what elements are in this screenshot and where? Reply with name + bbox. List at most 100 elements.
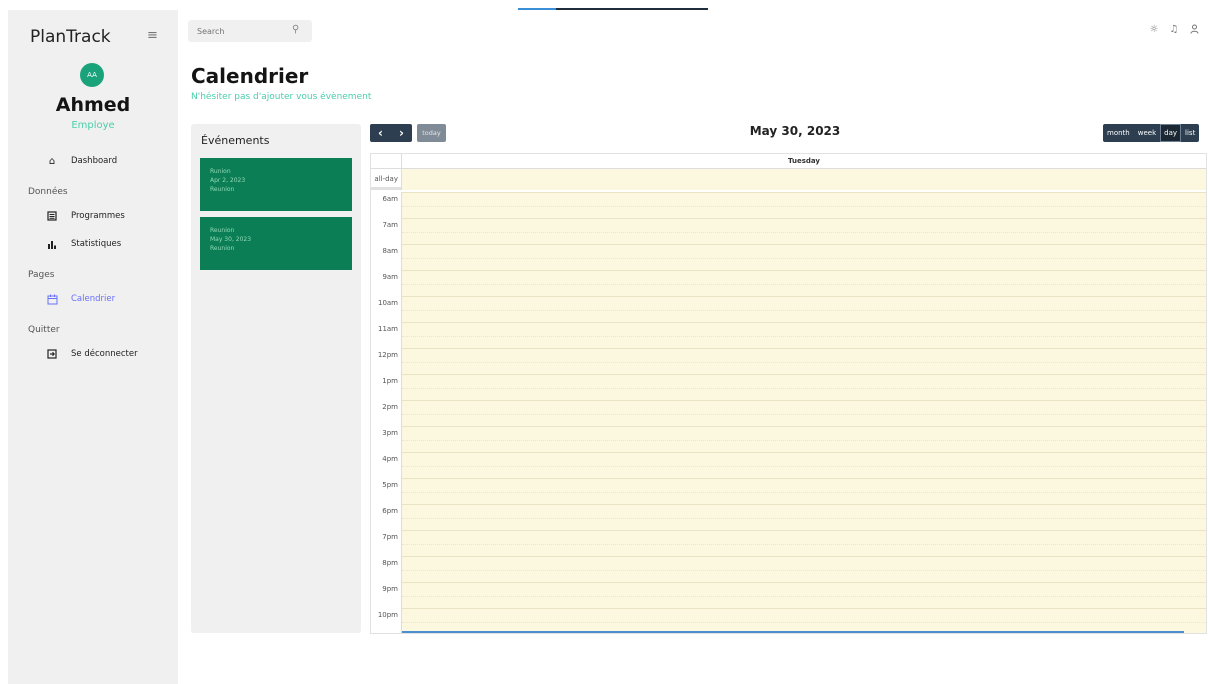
prev-button[interactable]: ‹ <box>370 126 391 140</box>
sidebar-item-label: Se déconnecter <box>71 349 138 359</box>
time-slot-label: 10am <box>371 296 402 322</box>
menu-icon[interactable]: ≡ <box>147 29 161 43</box>
time-slot-row: 9pm <box>371 582 1206 608</box>
time-slot-row: 5pm <box>371 478 1206 504</box>
time-slot-cell[interactable] <box>402 374 1206 400</box>
time-slot-cell[interactable] <box>402 244 1206 270</box>
calendar-day-grid: Tuesday all-day 6am 7am 8am 9am 10am 11am 12pm… <box>370 153 1207 634</box>
time-slot-cell[interactable] <box>402 296 1206 322</box>
view-list-button[interactable]: list <box>1181 124 1199 142</box>
day-column-header: Tuesday <box>788 157 820 165</box>
events-panel-title: Événements <box>201 134 270 147</box>
time-slot-label: 2pm <box>371 400 402 426</box>
section-label-pages: Pages <box>28 270 55 280</box>
time-slot-row: 3pm <box>371 426 1206 452</box>
sidebar-item-logout[interactable]: Se déconnecter <box>45 346 138 362</box>
time-slot-cell[interactable] <box>402 322 1206 348</box>
time-slot-label: 9am <box>371 270 402 296</box>
time-slot-cell[interactable] <box>402 348 1206 374</box>
sidebar: PlanTrack ≡ AA Ahmed Employe ⌂ Dashboard… <box>8 10 178 684</box>
time-slot-row: 4pm <box>371 452 1206 478</box>
bar-chart-icon <box>45 237 59 251</box>
allday-row: all-day <box>371 169 1206 190</box>
time-slot-cell[interactable] <box>402 400 1206 426</box>
search-box: ⚲ <box>188 20 312 42</box>
time-slot-cell[interactable] <box>402 530 1206 556</box>
time-slot-cell[interactable] <box>402 452 1206 478</box>
sun-icon[interactable]: ☼ <box>1148 24 1160 37</box>
sidebar-item-label: Calendrier <box>71 294 116 304</box>
time-slot-cell[interactable] <box>402 478 1206 504</box>
time-slot-cell[interactable] <box>402 426 1206 452</box>
calendar-nav-group: ‹ › <box>370 124 412 142</box>
time-slot-row: 6am <box>371 192 1206 218</box>
list-icon <box>45 209 59 223</box>
avatar[interactable]: AA <box>80 63 104 87</box>
time-slot-row: 8am <box>371 244 1206 270</box>
time-slot-cell[interactable] <box>402 582 1206 608</box>
sidebar-item-label: Statistiques <box>71 239 122 249</box>
time-slot-row: 2pm <box>371 400 1206 426</box>
section-label-donnees: Données <box>28 187 68 197</box>
time-slot-row: 8pm <box>371 556 1206 582</box>
time-slot-label: 8pm <box>371 556 402 582</box>
time-slot-label: 9pm <box>371 582 402 608</box>
time-slot-cell[interactable] <box>402 270 1206 296</box>
time-slot-row: 6pm <box>371 504 1206 530</box>
view-week-button[interactable]: week <box>1134 124 1160 142</box>
next-button[interactable]: › <box>391 126 412 140</box>
user-role: Employe <box>71 120 115 131</box>
user-name: Ahmed <box>55 94 131 116</box>
now-indicator <box>402 631 1184 633</box>
calendar-icon <box>45 292 59 306</box>
time-slot-label: 4pm <box>371 452 402 478</box>
time-slot-row: 7am <box>371 218 1206 244</box>
allday-cell[interactable] <box>402 169 1206 190</box>
time-slot-label: 11am <box>371 322 402 348</box>
sidebar-item-calendrier[interactable]: Calendrier <box>45 291 115 307</box>
time-slot-cell[interactable] <box>402 192 1206 218</box>
time-slot-cell[interactable] <box>402 504 1206 530</box>
page-subtitle: N'hésiter pas d'ajouter vous évènement <box>191 92 372 102</box>
view-day-button[interactable]: day <box>1160 124 1182 142</box>
events-panel: Événements Runion Apr 2, 2023 Reunion Re… <box>191 124 361 633</box>
time-slot-row: 11am <box>371 322 1206 348</box>
time-slot-label: 7am <box>371 218 402 244</box>
view-switcher: month week day list <box>1103 124 1200 142</box>
time-slot-row: 10am <box>371 296 1206 322</box>
today-button[interactable]: today <box>417 124 446 142</box>
bell-icon[interactable]: ♫ <box>1168 24 1180 37</box>
time-slot-label: 5pm <box>371 478 402 504</box>
event-card[interactable]: Runion Apr 2, 2023 Reunion <box>200 158 352 211</box>
time-slot-cell[interactable] <box>402 218 1206 244</box>
logout-icon <box>45 347 59 361</box>
sidebar-item-programmes[interactable]: Programmes <box>45 208 125 224</box>
time-slot-label: 10pm <box>371 608 402 633</box>
calendar-title: May 30, 2023 <box>749 124 841 138</box>
time-slot-label: 1pm <box>371 374 402 400</box>
event-date: May 30, 2023 <box>210 236 252 243</box>
time-slot-label: 3pm <box>371 426 402 452</box>
page-title: Calendrier <box>191 64 309 88</box>
sidebar-item-statistiques[interactable]: Statistiques <box>45 236 121 252</box>
allday-label: all-day <box>371 169 402 190</box>
header-gutter <box>371 154 402 169</box>
search-input[interactable] <box>197 25 287 37</box>
time-slot-label: 7pm <box>371 530 402 556</box>
view-month-button[interactable]: month <box>1103 124 1134 142</box>
time-slot-cell[interactable] <box>402 556 1206 582</box>
search-icon[interactable]: ⚲ <box>292 24 299 35</box>
time-slot-label: 12pm <box>371 348 402 374</box>
sidebar-item-dashboard[interactable]: ⌂ Dashboard <box>45 153 117 169</box>
time-slot-row: 7pm <box>371 530 1206 556</box>
sidebar-item-label: Programmes <box>71 211 125 221</box>
time-slot-row: 1pm <box>371 374 1206 400</box>
event-card[interactable]: Reunion May 30, 2023 Reunion <box>200 217 352 270</box>
home-icon: ⌂ <box>48 155 56 167</box>
topbar-actions: ☼ ♫ <box>1148 24 1200 37</box>
user-icon[interactable] <box>1188 24 1200 37</box>
sidebar-item-label: Dashboard <box>71 156 118 166</box>
calendar-header-row: Tuesday <box>371 154 1206 169</box>
top-loading-bar <box>518 8 708 10</box>
event-title: Runion <box>210 168 231 175</box>
